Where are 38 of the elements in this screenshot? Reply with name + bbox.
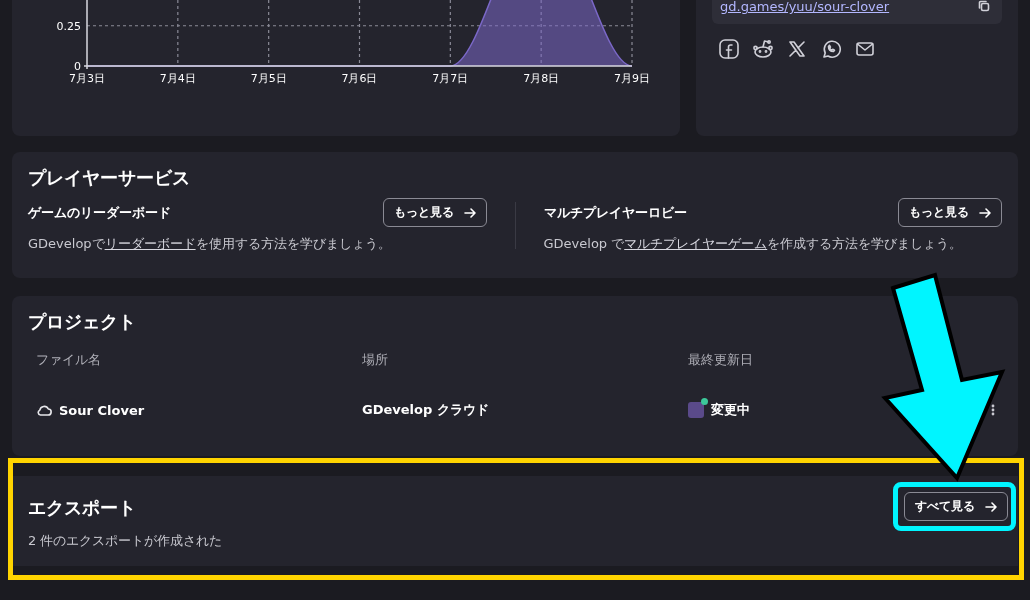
- x-tick-label: 7月4日: [159, 72, 196, 85]
- section-title: プロジェクト: [28, 310, 137, 334]
- x-tick-label: 7月3日: [69, 72, 105, 85]
- game-link[interactable]: gd.games/yuu/sour-clover: [720, 0, 890, 14]
- column-header: ファイル名: [36, 351, 102, 369]
- x-tick-label: 7月6日: [341, 72, 378, 85]
- column-header: 最終更新日: [688, 351, 754, 369]
- project-location: GDevelop クラウド: [362, 401, 490, 419]
- modified-status: 変更中: [711, 401, 750, 419]
- x-tick-label: 7月8日: [523, 72, 560, 85]
- help-link[interactable]: マルチプレイヤーゲーム: [624, 236, 768, 251]
- section-title: プレイヤーサービス: [28, 166, 191, 190]
- service-title: マルチプレイヤーロビー: [543, 203, 687, 222]
- arrow-right-icon: [983, 499, 999, 514]
- facebook-icon[interactable]: [718, 38, 740, 60]
- x-tick-label: 7月7日: [432, 72, 469, 85]
- service-title: ゲームのリーダーボード: [28, 203, 171, 222]
- cloud-icon: [36, 403, 52, 417]
- more-button[interactable]: もっと見る: [382, 198, 487, 227]
- x-tick-label: 7月5日: [250, 72, 287, 85]
- service-description: GDevelop でマルチプレイヤーゲームを作成する方法を学びましょう。: [543, 235, 964, 253]
- copy-icon[interactable]: [978, 0, 990, 12]
- arrow-right-icon: [461, 205, 478, 220]
- y-tick-label: 0: [74, 60, 81, 73]
- section-title: エクスポート: [28, 496, 137, 520]
- x-tick-label: 7月9日: [614, 72, 650, 85]
- y-tick-label: 0.25: [56, 19, 81, 33]
- reddit-icon[interactable]: [752, 38, 774, 60]
- whatsapp-icon[interactable]: [820, 38, 842, 60]
- column-header: 場所: [362, 351, 389, 369]
- see-all-button[interactable]: すべて見る: [904, 492, 1008, 521]
- help-link[interactable]: リーダーボード: [104, 236, 196, 251]
- exports-count: 2 件のエクスポートが作成された: [28, 532, 223, 550]
- x-logo-icon[interactable]: [786, 38, 808, 60]
- more-button[interactable]: もっと見る: [898, 198, 1002, 227]
- project-name[interactable]: Sour Clover: [59, 402, 145, 418]
- arrow-right-icon: [977, 205, 993, 220]
- service-description: GDevelopで リーダーボード を使用する方法を学びましょう。: [28, 235, 392, 253]
